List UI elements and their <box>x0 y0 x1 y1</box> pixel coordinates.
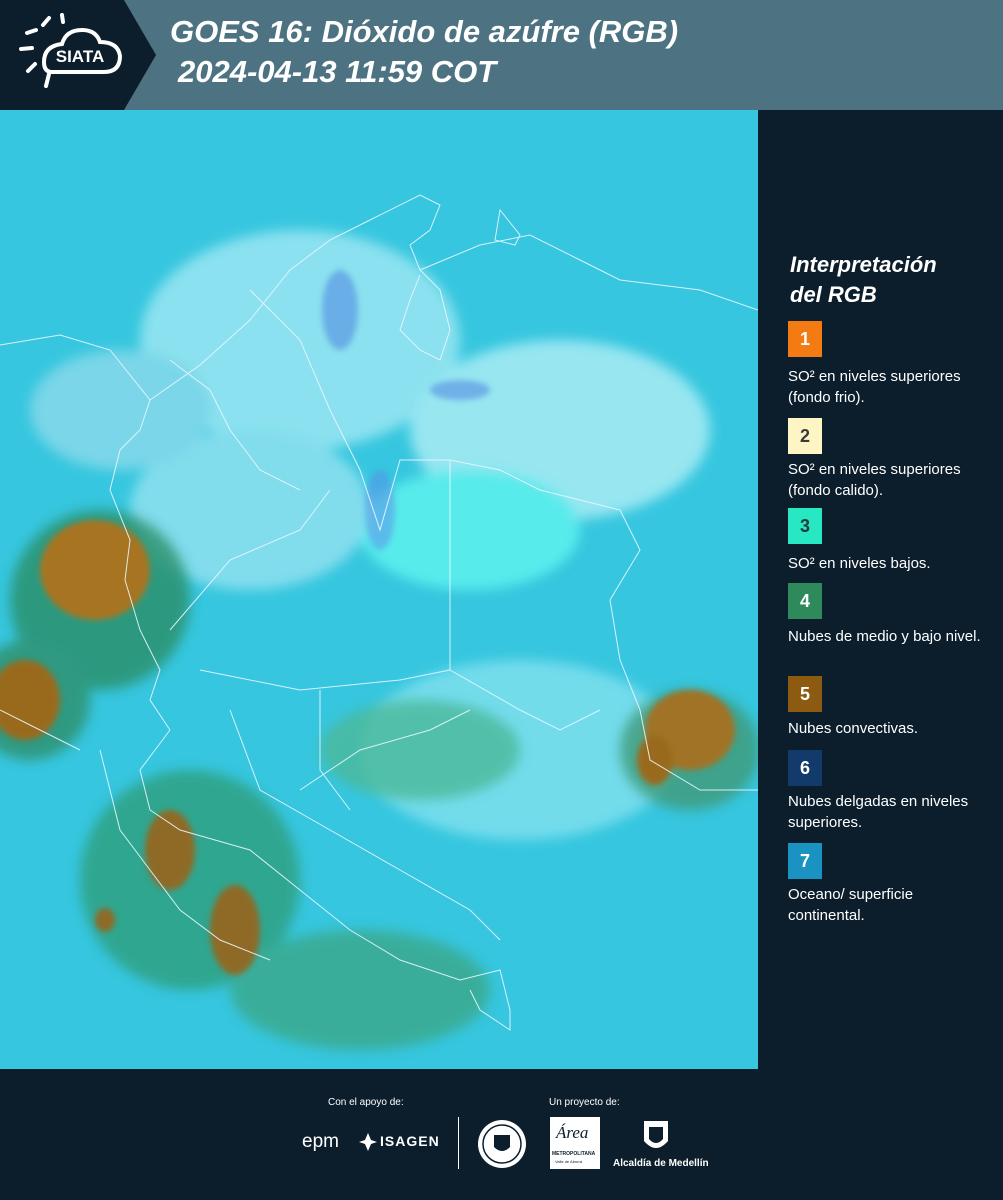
legend-number-6: 6 <box>799 757 810 778</box>
legend-label-2: SO² en niveles superiores (fondo calido)… <box>788 461 961 499</box>
area-logo-subtext: METROPOLITANA <box>552 1151 596 1157</box>
legend-number-1: 1 <box>799 328 810 349</box>
legend-swatch-5: 5 <box>788 676 822 712</box>
legend-label-1: SO² en niveles superiores (fondo frio). <box>788 368 961 406</box>
legend-swatch-3: 3 <box>788 508 822 544</box>
footer: Con el apoyo de: Un proyecto de: epm ISA… <box>0 1069 1003 1200</box>
legend-title-line2: del RGB <box>790 282 877 307</box>
footer-divider <box>458 1117 459 1169</box>
satellite-map <box>0 110 760 1069</box>
legend-swatch-1: 1 <box>788 321 822 357</box>
siata-logo-text: SIATA <box>56 47 104 66</box>
area-metropolitana-logo: Área METROPOLITANA Valle de Aburrá <box>550 1117 600 1169</box>
area-logo-text: Área <box>556 1123 589 1142</box>
legend-number-5: 5 <box>799 683 810 704</box>
page-datetime: 2024-04-13 11:59 COT <box>178 54 497 89</box>
legend-swatch-6: 6 <box>788 750 822 786</box>
legend-swatch-7: 7 <box>788 843 822 879</box>
legend-label-6: Nubes delgadas en niveles superiores. <box>788 793 969 831</box>
page-title: GOES 16: Dióxido de azúfre (RGB) <box>170 14 679 49</box>
area-logo-subtext2: Valle de Aburrá <box>555 1159 583 1164</box>
legend-label-5: Nubes convectivas. <box>788 720 919 737</box>
legend-swatch-4: 4 <box>788 583 822 619</box>
siata-logo: SIATA <box>0 0 156 110</box>
legend-label-4: Nubes de medio y bajo nivel. <box>788 628 981 645</box>
legend-panel: Interpretación del RGB 1 SO² en niveles … <box>758 110 1003 1069</box>
legend-title-line1: Interpretación <box>790 252 937 277</box>
legend-label-3: SO² en niveles bajos. <box>788 555 931 572</box>
alcaldia-logo-text: Alcaldía de Medellín <box>613 1158 709 1169</box>
legend-number-7: 7 <box>799 850 810 871</box>
isagen-logo-icon <box>359 1133 377 1151</box>
project-label: Un proyecto de: <box>549 1097 620 1108</box>
legend-title: Interpretación del RGB <box>790 250 937 310</box>
medellin-seal-icon <box>477 1119 527 1169</box>
header-bar: SIATA GOES 16: Dióxido de azúfre (RGB) 2… <box>0 0 1003 110</box>
legend-number-2: 2 <box>799 425 810 446</box>
legend-label-7: Oceano/ superficie continental. <box>788 886 914 924</box>
legend-swatch-2: 2 <box>788 418 822 454</box>
epm-logo: epm <box>302 1131 339 1152</box>
isagen-logo: ISAGEN <box>380 1133 440 1149</box>
support-label: Con el apoyo de: <box>328 1097 404 1108</box>
legend-number-3: 3 <box>799 515 810 536</box>
legend-number-4: 4 <box>799 590 810 611</box>
alcaldia-shield-icon <box>642 1119 670 1155</box>
